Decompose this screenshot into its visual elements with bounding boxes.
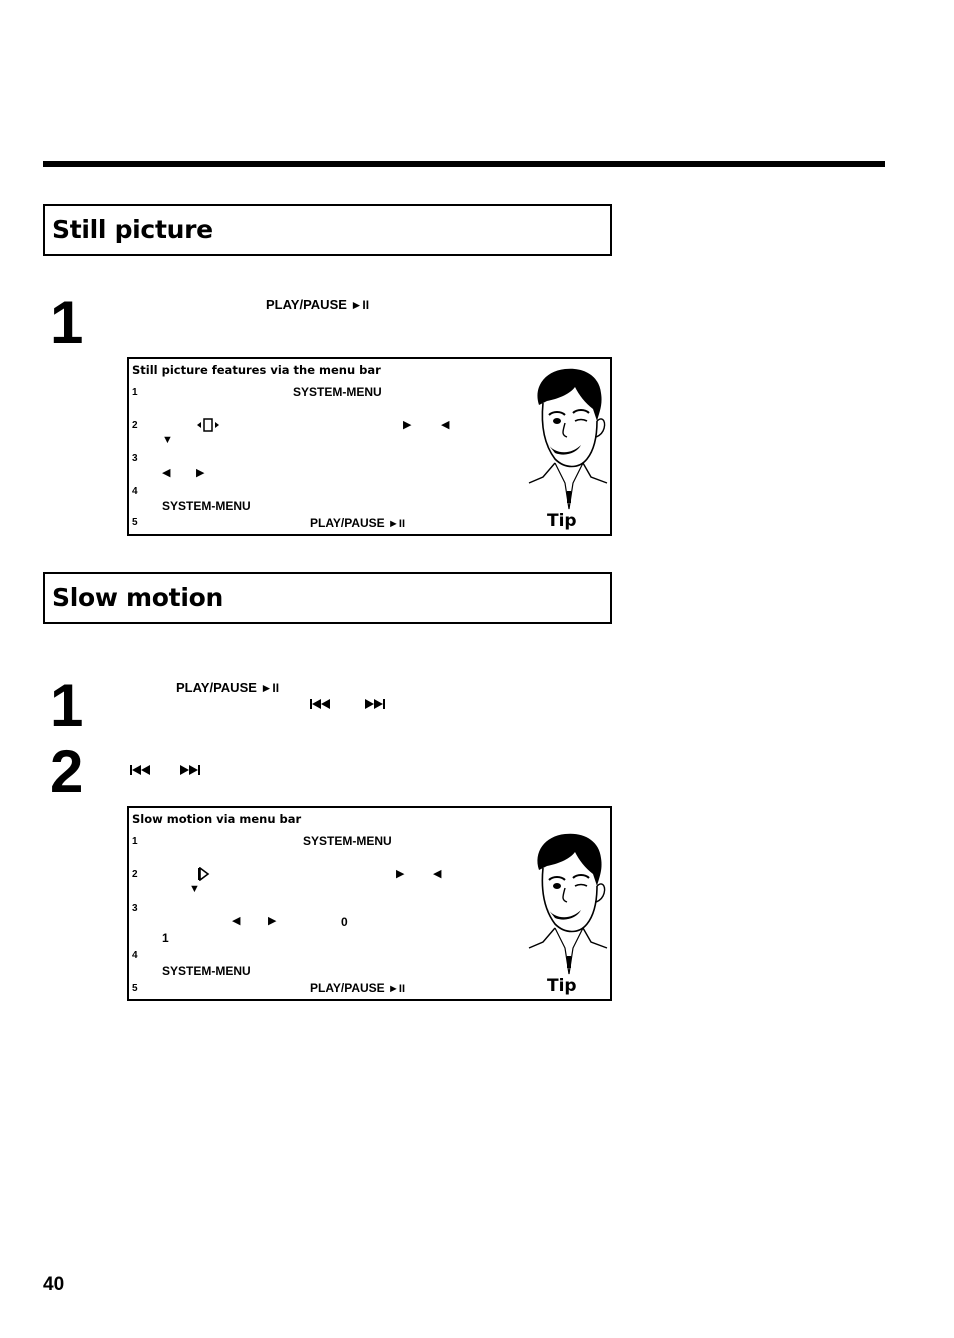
tip-label: Tip (547, 976, 577, 996)
play-pause-key-label: PLAY/PAUSE ►II (176, 680, 280, 696)
right-arrow-icon: ▶ (196, 467, 205, 479)
down-arrow-icon: ▼ (189, 883, 200, 895)
step-number: 1 (50, 672, 84, 739)
page-number: 40 (43, 1274, 65, 1295)
tip-title: Still picture features via the menu bar (132, 363, 381, 377)
slow-motion-icon (198, 867, 210, 881)
next-icon (365, 699, 385, 709)
top-rule (43, 161, 885, 167)
section-title: Still picture (52, 215, 213, 244)
tip-item-number: 2 (132, 869, 138, 880)
value-one: 1 (162, 931, 169, 945)
play-pause-icon: ►II (388, 983, 406, 995)
down-arrow-icon: ▼ (162, 434, 173, 446)
right-arrow-icon: ▶ (268, 915, 277, 927)
tip-item-number: 3 (132, 453, 138, 464)
play-pause-key: PLAY/PAUSE ►II (310, 516, 405, 530)
tip-box-slow-motion: Slow motion via menu bar 1 SYSTEM-MENU 2… (127, 806, 612, 1001)
play-pause-icon: ►II (388, 518, 406, 530)
tip-cartoon-man-icon (528, 368, 608, 510)
right-arrow-icon: ▶ (403, 419, 412, 431)
key-name: PLAY/PAUSE (266, 297, 347, 312)
system-menu-key: SYSTEM-MENU (303, 834, 392, 848)
section-header-still-picture: Still picture (43, 204, 612, 256)
previous-icon (130, 765, 150, 775)
play-pause-key-label: PLAY/PAUSE ►II (266, 297, 370, 313)
key-name: PLAY/PAUSE (310, 981, 385, 995)
tip-item-number: 5 (132, 983, 138, 994)
still-picture-icon (197, 418, 219, 432)
step-number: 1 (50, 289, 84, 356)
tip-item-number: 3 (132, 903, 138, 914)
value-zero: 0 (341, 915, 348, 929)
play-pause-icon: ►II (350, 298, 370, 312)
tip-label: Tip (547, 511, 577, 531)
left-arrow-icon: ◀ (441, 419, 450, 431)
tip-item-number: 1 (132, 836, 138, 847)
tip-item-number: 4 (132, 950, 138, 961)
tip-item-number: 1 (132, 387, 138, 398)
step-number: 2 (50, 738, 84, 805)
tip-item-number: 5 (132, 517, 138, 528)
system-menu-key: SYSTEM-MENU (293, 385, 382, 399)
play-pause-key: PLAY/PAUSE ►II (310, 981, 405, 995)
key-name: PLAY/PAUSE (176, 680, 257, 695)
play-pause-icon: ►II (260, 681, 280, 695)
previous-icon (310, 699, 330, 709)
tip-box-still-picture: Still picture features via the menu bar … (127, 357, 612, 536)
section-title: Slow motion (52, 583, 223, 612)
tip-cartoon-man-icon (528, 833, 608, 975)
tip-title: Slow motion via menu bar (132, 812, 302, 826)
next-icon (180, 765, 200, 775)
left-arrow-icon: ◀ (232, 915, 241, 927)
left-arrow-icon: ◀ (162, 467, 171, 479)
tip-item-number: 2 (132, 420, 138, 431)
system-menu-key: SYSTEM-MENU (162, 964, 251, 978)
right-arrow-icon: ▶ (396, 868, 405, 880)
left-arrow-icon: ◀ (433, 868, 442, 880)
tip-item-number: 4 (132, 486, 138, 497)
system-menu-key: SYSTEM-MENU (162, 499, 251, 513)
section-header-slow-motion: Slow motion (43, 572, 612, 624)
key-name: PLAY/PAUSE (310, 516, 385, 530)
